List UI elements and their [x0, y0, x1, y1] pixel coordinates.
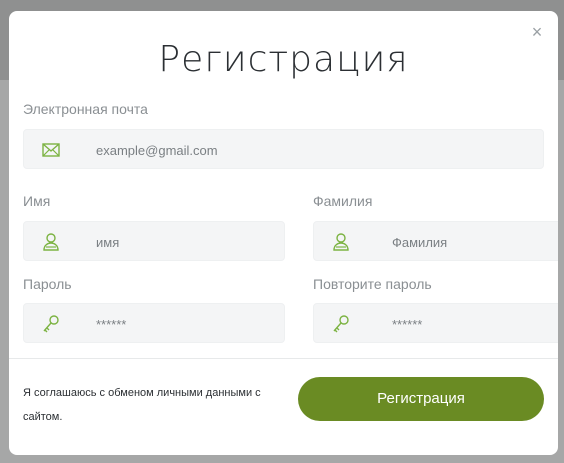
- email-field[interactable]: [23, 129, 544, 170]
- first-name-field[interactable]: [23, 221, 285, 262]
- key-icon: [333, 315, 349, 333]
- divider: [9, 358, 558, 359]
- registration-modal: × Регистрация Электронная почта Имя Фами…: [9, 11, 558, 455]
- password-repeat-label: Повторите пароль: [313, 276, 432, 292]
- register-button[interactable]: Регистрация: [298, 377, 544, 421]
- last-name-label: Фамилия: [313, 193, 373, 209]
- user-icon: [43, 233, 59, 251]
- agreement-text: Я соглашаюсь с обменом личными данными с…: [23, 387, 261, 423]
- password-repeat-field[interactable]: [313, 303, 558, 344]
- modal-title: Регистрация: [158, 39, 409, 80]
- user-icon: [333, 233, 349, 251]
- last-name-field[interactable]: [313, 221, 558, 262]
- last-name-input[interactable]: [390, 222, 554, 262]
- envelope-icon: [42, 143, 60, 157]
- key-icon: [43, 315, 59, 333]
- password-label: Пароль: [23, 276, 72, 292]
- first-name-label: Имя: [23, 193, 51, 209]
- password-repeat-input[interactable]: [390, 304, 554, 344]
- email-input[interactable]: [94, 130, 298, 170]
- password-input[interactable]: [94, 304, 278, 344]
- first-name-input[interactable]: [94, 222, 278, 262]
- password-field[interactable]: [23, 303, 285, 344]
- email-label: Электронная почта: [23, 101, 148, 117]
